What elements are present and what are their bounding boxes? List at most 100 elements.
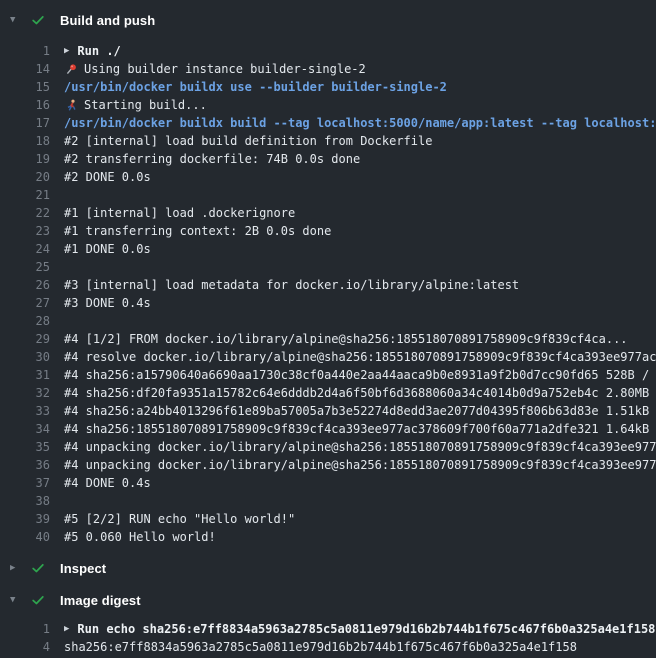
expand-group-icon[interactable]: ▶ xyxy=(64,42,69,60)
line-content: /usr/bin/docker buildx use --builder bui… xyxy=(64,78,447,96)
line-number[interactable]: 40 xyxy=(2,528,50,546)
line-number[interactable]: 18 xyxy=(2,132,50,150)
line-number[interactable]: 31 xyxy=(2,366,50,384)
line-number[interactable]: 27 xyxy=(2,294,50,312)
line-number[interactable]: 23 xyxy=(2,222,50,240)
section-header-image-digest[interactable]: ▼Image digest xyxy=(0,586,656,614)
chevron-down-icon: ▼ xyxy=(10,6,26,34)
log-line: 24 #1 DONE 0.0s xyxy=(0,240,656,258)
section-title: Inspect xyxy=(60,561,106,576)
section-image-digest: ▼Image digest 1 ▶ Run echo sha256:e7ff8834a… xyxy=(0,586,656,656)
line-text: #1 DONE 0.0s xyxy=(64,240,151,258)
success-check-icon xyxy=(31,13,45,27)
line-number[interactable]: 33 xyxy=(2,402,50,420)
log-line: 4 sha256:e7ff8834a5963a2785c5a0811e979d16… xyxy=(0,638,656,656)
line-content: sha256:e7ff8834a5963a2785c5a0811e979d16b… xyxy=(64,638,577,656)
line-content: #4 sha256:df20fa9351a15782c64e6dddb2d4a6… xyxy=(64,384,656,402)
expand-group-icon[interactable]: ▶ xyxy=(64,620,69,638)
log-line: 1 ▶ Run ./ xyxy=(0,42,656,60)
line-number[interactable]: 16 xyxy=(2,96,50,114)
line-number[interactable]: 38 xyxy=(2,492,50,510)
log-line: 26 #3 [internal] load metadata for docker… xyxy=(0,276,656,294)
line-number[interactable]: 14 xyxy=(2,60,50,78)
line-text: #1 [internal] load .dockerignore xyxy=(64,204,295,222)
log-line: 35 #4 unpacking docker.io/library/alpine@… xyxy=(0,438,656,456)
section-inspect: ▶ Inspect xyxy=(0,554,656,582)
line-content: #4 unpacking docker.io/library/alpine@sh… xyxy=(64,456,656,474)
line-text: Starting build... xyxy=(84,96,207,114)
line-number[interactable]: 4 xyxy=(2,638,50,656)
log-line: 38 xyxy=(0,492,656,510)
log-line: 17/usr/bin/docker buildx build --tag loc… xyxy=(0,114,656,132)
line-text: #4 [1/2] FROM docker.io/library/alpine@s… xyxy=(64,330,628,348)
line-content: #1 [internal] load .dockerignore xyxy=(64,204,295,222)
status-success-badge xyxy=(31,561,47,575)
line-content: Using builder instance builder-single-2 xyxy=(64,60,366,78)
line-number[interactable]: 20 xyxy=(2,168,50,186)
line-number[interactable]: 36 xyxy=(2,456,50,474)
line-number[interactable]: 22 xyxy=(2,204,50,222)
line-number[interactable]: 34 xyxy=(2,420,50,438)
log-line: 15/usr/bin/docker buildx use --builder b… xyxy=(0,78,656,96)
log-line: 1 ▶ Run echo sha256:e7ff8834a5963a2785c5a0… xyxy=(0,620,656,638)
line-text: #2 transferring dockerfile: 74B 0.0s don… xyxy=(64,150,360,168)
line-number[interactable]: 37 xyxy=(2,474,50,492)
section-header-build-and-push[interactable]: ▼ Build and push xyxy=(0,6,656,34)
line-number[interactable]: 26 xyxy=(2,276,50,294)
status-success-badge xyxy=(31,593,47,607)
status-success-badge xyxy=(31,13,47,27)
line-content: #5 [2/2] RUN echo "Hello world!" xyxy=(64,510,295,528)
log-line: 37 #4 DONE 0.4s xyxy=(0,474,656,492)
line-content: #2 transferring dockerfile: 74B 0.0s don… xyxy=(64,150,360,168)
line-content: #1 transferring context: 2B 0.0s done xyxy=(64,222,331,240)
line-number[interactable]: 1 xyxy=(2,42,50,60)
log-line: 36 #4 unpacking docker.io/library/alpine@… xyxy=(0,456,656,474)
line-number[interactable]: 15 xyxy=(2,78,50,96)
line-text: #4 sha256:a15790640a6690aa1730c38cf0a440… xyxy=(64,366,656,384)
line-text: #3 [internal] load metadata for docker.i… xyxy=(64,276,519,294)
line-text: /usr/bin/docker buildx use --builder bui… xyxy=(64,78,447,96)
line-content: #2 [internal] load build definition from… xyxy=(64,132,432,150)
line-text: #4 DONE 0.4s xyxy=(64,474,151,492)
chevron-right-icon: ▶ xyxy=(10,554,26,582)
line-number[interactable]: 32 xyxy=(2,384,50,402)
pushpin-icon xyxy=(64,63,78,76)
log-line: 19 #2 transferring dockerfile: 74B 0.0s d… xyxy=(0,150,656,168)
line-number[interactable]: 19 xyxy=(2,150,50,168)
line-content: #4 sha256:185518070891758909c9f839cf4ca3… xyxy=(64,420,656,438)
runner-icon xyxy=(64,99,78,112)
line-number[interactable]: 1 xyxy=(2,620,50,638)
line-content: #1 DONE 0.0s xyxy=(64,240,151,258)
line-number[interactable]: 39 xyxy=(2,510,50,528)
log-line: 31 #4 sha256:a15790640a6690aa1730c38cf0a4… xyxy=(0,366,656,384)
line-content: #4 [1/2] FROM docker.io/library/alpine@s… xyxy=(64,330,628,348)
line-text: #2 DONE 0.0s xyxy=(64,168,151,186)
success-check-icon xyxy=(31,593,45,607)
line-content: #5 0.060 Hello world! xyxy=(64,528,216,546)
line-number[interactable]: 17 xyxy=(2,114,50,132)
log-line: 34 #4 sha256:185518070891758909c9f839cf4c… xyxy=(0,420,656,438)
line-content: #4 unpacking docker.io/library/alpine@sh… xyxy=(64,438,656,456)
line-text: #4 unpacking docker.io/library/alpine@sh… xyxy=(64,438,656,456)
success-check-icon xyxy=(31,561,45,575)
line-content: ▶ Run echo sha256:e7ff8834a5963a2785c5a08… xyxy=(64,620,655,638)
line-number[interactable]: 24 xyxy=(2,240,50,258)
chevron-down-icon: ▼ xyxy=(10,586,26,614)
line-number[interactable]: 30 xyxy=(2,348,50,366)
line-text: Run ./ xyxy=(77,42,120,60)
line-content: ▶ Run ./ xyxy=(64,42,121,60)
log-line: 28 xyxy=(0,312,656,330)
line-content: #4 sha256:a24bb4013296f61e89ba57005a7b3e… xyxy=(64,402,656,420)
line-text: Using builder instance builder-single-2 xyxy=(84,60,366,78)
line-text: Run echo sha256:e7ff8834a5963a2785c5a081… xyxy=(77,620,655,638)
log-line: 39 #5 [2/2] RUN echo "Hello world!" xyxy=(0,510,656,528)
line-number[interactable]: 35 xyxy=(2,438,50,456)
line-number[interactable]: 21 xyxy=(2,186,50,204)
log-line: 30#4 resolve docker.io/library/alpine@sh… xyxy=(0,348,656,366)
line-content: Starting build... xyxy=(64,96,207,114)
line-number[interactable]: 25 xyxy=(2,258,50,276)
section-title: Build and push xyxy=(60,13,155,28)
line-number[interactable]: 28 xyxy=(2,312,50,330)
line-number[interactable]: 29 xyxy=(2,330,50,348)
section-header-inspect[interactable]: ▶ Inspect xyxy=(0,554,656,582)
